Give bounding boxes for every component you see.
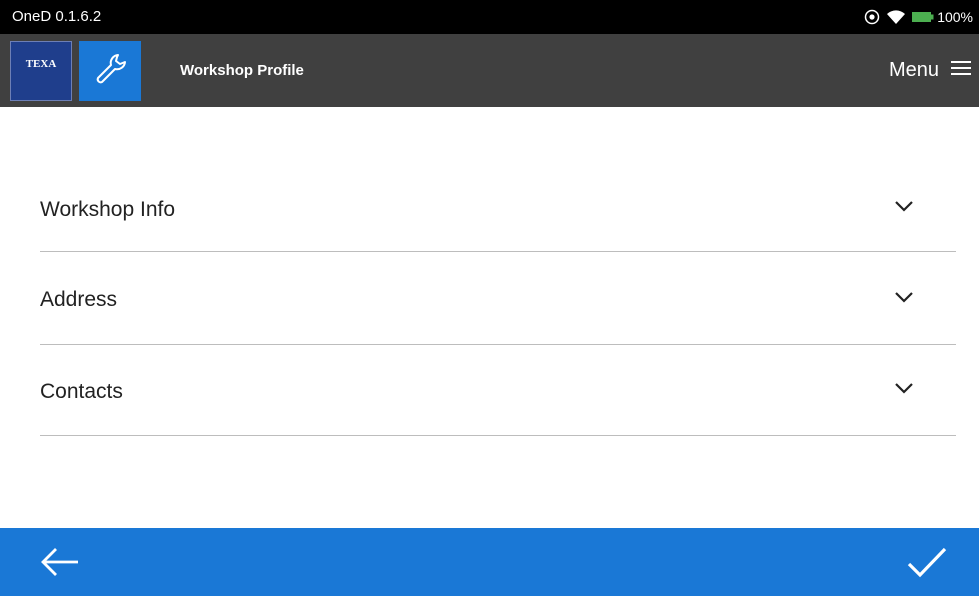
battery-percent: 100% <box>937 9 973 25</box>
wrench-tile[interactable] <box>79 41 141 101</box>
battery-icon <box>912 11 934 23</box>
back-button[interactable] <box>38 546 82 578</box>
chevron-down-icon <box>894 199 914 213</box>
menu-label: Menu <box>888 59 939 81</box>
check-icon <box>905 547 949 584</box>
battery-indicator: 100% <box>912 9 973 25</box>
section-label: Address <box>40 288 118 311</box>
confirm-button[interactable] <box>905 544 949 580</box>
location-icon <box>864 9 880 25</box>
arrow-left-icon <box>38 548 82 582</box>
app-version: OneD 0.1.6.2 <box>12 8 102 25</box>
chevron-down-icon <box>894 290 914 304</box>
section-label: Workshop Info <box>40 198 176 221</box>
app-bar: TEXA Workshop Profile Menu <box>0 34 979 107</box>
status-icons: 100% <box>864 0 973 34</box>
hamburger-icon <box>951 59 971 82</box>
section-contacts[interactable]: Contacts <box>40 345 956 436</box>
menu-button[interactable]: Menu <box>889 34 971 107</box>
status-bar: OneD 0.1.6.2 100% <box>0 0 979 34</box>
page-title: Workshop Profile <box>180 62 304 79</box>
wrench-icon <box>92 51 128 92</box>
section-label: Contacts <box>40 380 123 403</box>
texa-logo: TEXA <box>10 41 72 101</box>
bottom-action-bar <box>0 528 979 596</box>
wifi-icon <box>886 9 906 25</box>
logo-text: TEXA <box>25 58 57 70</box>
section-workshop-info[interactable]: Workshop Info <box>40 167 956 252</box>
section-address[interactable]: Address <box>40 252 956 345</box>
chevron-down-icon <box>894 381 914 395</box>
